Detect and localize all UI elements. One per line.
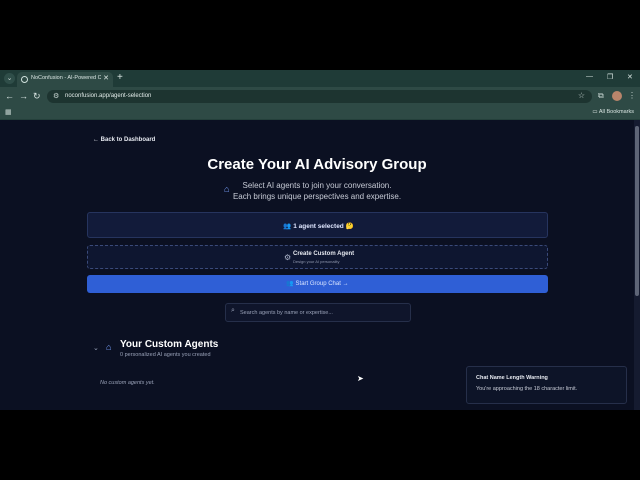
reload-icon[interactable]: ↻ [33, 91, 41, 102]
search-input[interactable] [240, 307, 405, 318]
settings-sliders-icon[interactable]: ⚙ [53, 92, 59, 100]
all-bookmarks-link[interactable]: ▭ All Bookmarks [592, 109, 634, 115]
subtitle-line-1: Select AI agents to join your conversati… [242, 181, 392, 190]
bookmarks-bar: ▦ ▭ All Bookmarks [0, 106, 640, 120]
cursor-icon: ➤ [357, 374, 364, 383]
selected-count-label: 1 agent selected [293, 223, 344, 230]
back-arrow-icon[interactable]: ← [5, 91, 14, 101]
apps-grid-icon[interactable]: ▦ [5, 108, 12, 116]
browser-toolbar: ← → ↻ ⚙ noconfusion.app/agent-selection … [0, 87, 640, 106]
menu-kebab-icon[interactable]: ⋮ [628, 91, 636, 100]
tab-active[interactable]: NoConfusion - AI-Powered Co ✕ [17, 72, 113, 87]
search-icon: ⌕ [231, 307, 235, 314]
emoji-icon: 🤔 [343, 223, 354, 230]
robot-icon: ⌂ [106, 342, 112, 352]
new-tab-button[interactable]: + [117, 72, 123, 83]
robot-add-icon: ⚙ [284, 253, 292, 262]
create-agent-title: Create Custom Agent [293, 251, 355, 257]
minimize-button[interactable]: — [586, 73, 593, 80]
page-content: ← Back to Dashboard Create Your AI Advis… [0, 120, 634, 410]
avatar[interactable] [612, 91, 622, 101]
start-group-chat-label: 👥 Start Group Chat → [87, 280, 548, 287]
all-bookmarks-label: All Bookmarks [598, 109, 634, 115]
address-bar[interactable]: ⚙ noconfusion.app/agent-selection ☆ [47, 90, 592, 103]
maximize-button[interactable]: ❐ [607, 73, 613, 81]
tab-close-icon[interactable]: ✕ [103, 74, 109, 82]
toast-title: Chat Name Length Warning [476, 375, 548, 381]
start-label-text: Start Group Chat → [295, 281, 349, 287]
globe-icon [21, 76, 28, 83]
selected-count: 👥 1 agent selected 🤔 [88, 222, 549, 230]
section-subtitle: 0 personalized AI agents you created [120, 352, 211, 358]
tab-title: NoConfusion - AI-Powered Co [31, 75, 101, 81]
chevron-down-icon[interactable]: ⌄ [93, 344, 99, 352]
create-agent-subtitle: Design your AI personality [293, 259, 340, 264]
users-icon: 👥 [286, 281, 296, 287]
empty-state-text: No custom agents yet. [100, 380, 155, 386]
warning-toast: Chat Name Length Warning You're approach… [466, 366, 627, 404]
create-custom-agent-button[interactable]: ⚙ Create Custom Agent Design your AI per… [87, 245, 548, 269]
section-title: Your Custom Agents [120, 339, 219, 350]
url-text[interactable]: noconfusion.app/agent-selection [65, 93, 151, 99]
toast-message: You're approaching the 18 character limi… [476, 386, 578, 392]
tab-search-icon[interactable]: ⌄ [4, 73, 15, 84]
page-title: Create Your AI Advisory Group [207, 156, 427, 173]
page-scrollbar[interactable] [634, 120, 640, 410]
forward-arrow-icon[interactable]: → [19, 91, 28, 101]
tab-bar: ⌄ NoConfusion - AI-Powered Co ✕ + — ❐ ✕ [0, 70, 640, 87]
search-box[interactable]: ⌕ [225, 303, 411, 322]
scrollbar-thumb[interactable] [635, 126, 639, 296]
browser-window: ⌄ NoConfusion - AI-Powered Co ✕ + — ❐ ✕ … [0, 70, 640, 410]
window-close-button[interactable]: ✕ [627, 73, 633, 81]
extension-icon[interactable]: ⧉ [598, 91, 604, 101]
start-group-chat-button[interactable]: 👥 Start Group Chat → [87, 275, 548, 293]
back-to-dashboard-link[interactable]: ← Back to Dashboard [93, 137, 155, 143]
subtitle-line-2: Each brings unique perspectives and expe… [232, 192, 402, 201]
star-icon[interactable]: ☆ [578, 91, 585, 100]
users-icon: 👥 [283, 223, 294, 230]
selected-agents-panel: 👥 1 agent selected 🤔 [87, 212, 548, 238]
